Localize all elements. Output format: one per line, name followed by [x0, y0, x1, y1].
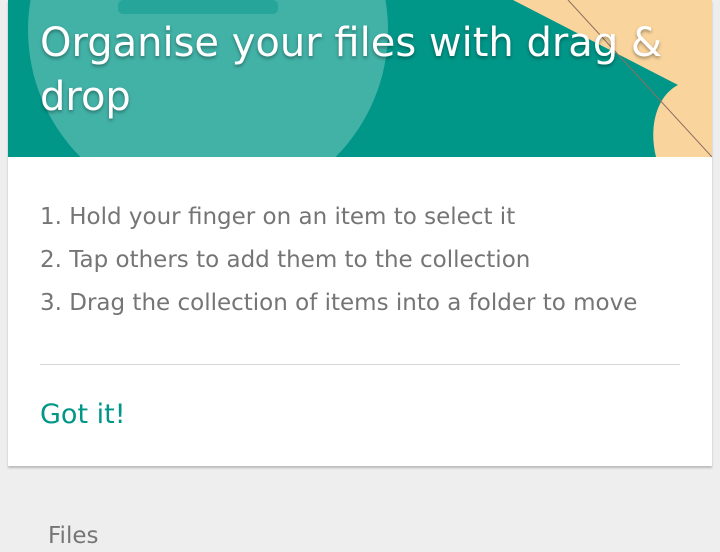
onboarding-card: Organise your files with drag & drop 1. … — [8, 0, 712, 466]
got-it-button[interactable]: Got it! — [40, 393, 126, 437]
divider — [40, 364, 680, 365]
dialog-title: Organise your files with drag & drop — [40, 20, 663, 120]
instruction-step: 3. Drag the collection of items into a f… — [40, 290, 638, 316]
instruction-step: 1. Hold your finger on an item to select… — [40, 204, 516, 230]
hero-illustration: Organise your files with drag & drop — [8, 0, 712, 157]
section-header-files: Files — [48, 523, 99, 549]
instruction-step: 2. Tap others to add them to the collect… — [40, 247, 531, 273]
instruction-list: 1. Hold your finger on an item to select… — [40, 196, 700, 325]
